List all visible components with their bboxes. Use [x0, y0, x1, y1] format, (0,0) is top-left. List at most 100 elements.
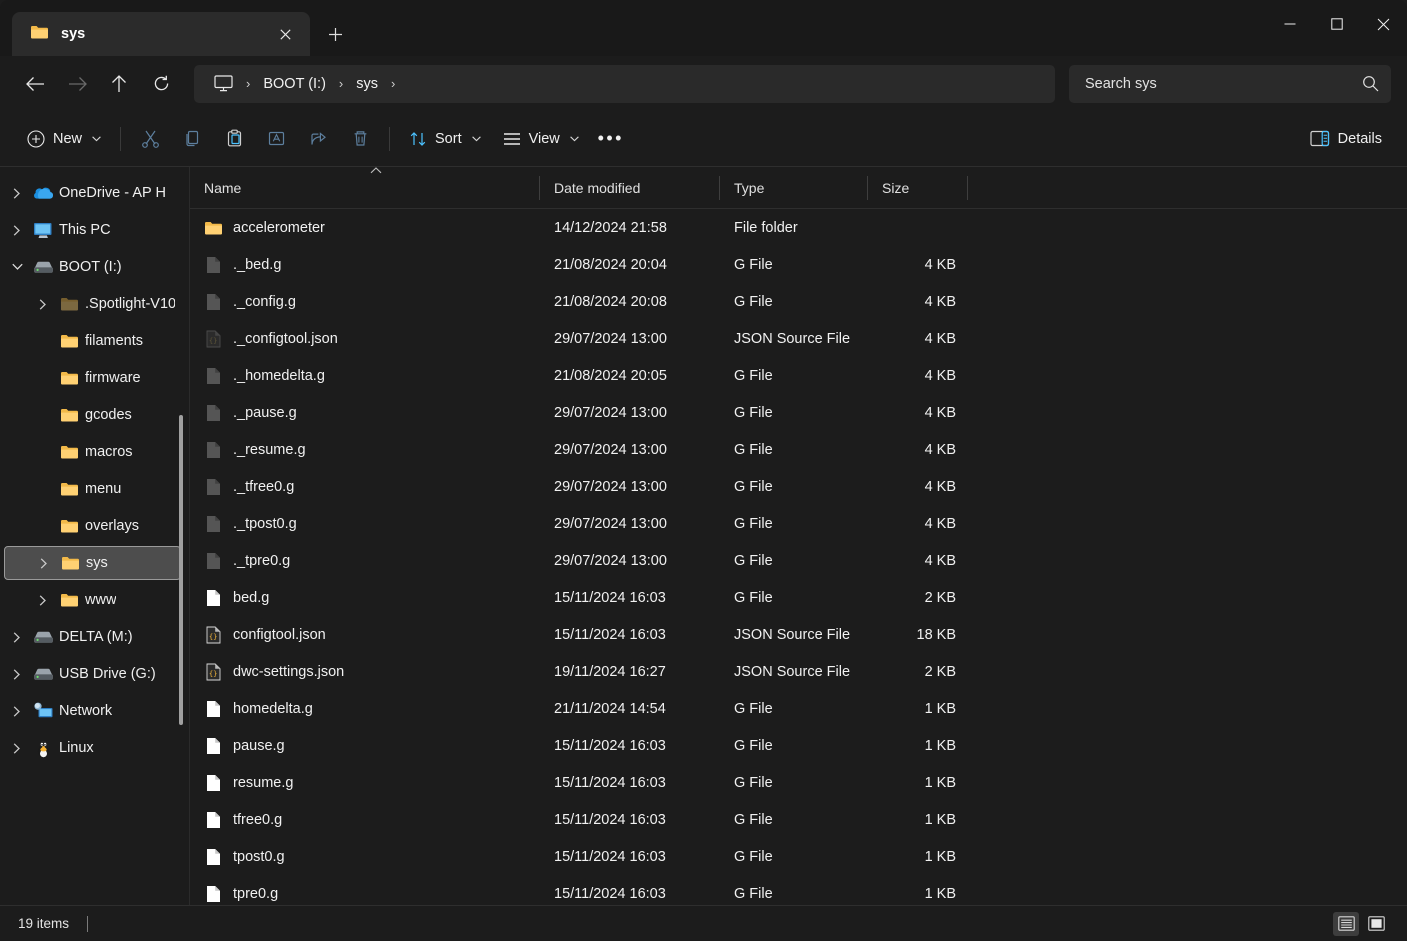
search-placeholder: Search sys [1085, 75, 1157, 92]
address-bar: › BOOT (I:) › sys › Search sys [0, 56, 1407, 111]
sidebar-item-label: USB Drive (G:) [59, 666, 156, 682]
cut-button[interactable] [129, 120, 171, 158]
sidebar-item-menu[interactable]: menu [4, 472, 181, 506]
column-header-date-modified[interactable]: Date modified [540, 167, 720, 208]
chevron-right-icon[interactable] [30, 298, 56, 310]
file-name-label: ._tpost0.g [233, 515, 297, 532]
minimize-icon[interactable] [1266, 0, 1313, 48]
table-row[interactable]: {} configtool.json 15/11/2024 16:03 JSON So… [190, 616, 1407, 653]
forward-arrow-icon[interactable] [56, 65, 98, 103]
table-row[interactable]: ._bed.g 21/08/2024 20:04 G File 4 KB [190, 246, 1407, 283]
table-row[interactable]: ._config.g 21/08/2024 20:08 G File 4 KB [190, 283, 1407, 320]
this-pc-icon[interactable] [206, 75, 241, 92]
new-tab-button[interactable] [316, 15, 354, 53]
close-icon[interactable] [270, 19, 300, 49]
maximize-icon[interactable] [1313, 0, 1360, 48]
breadcrumb[interactable]: › BOOT (I:) › sys › [194, 64, 1055, 103]
chevron-right-icon[interactable] [4, 631, 30, 643]
navigation-scrollbar[interactable] [179, 415, 183, 725]
column-header-size[interactable]: Size [868, 167, 968, 208]
column-header-type[interactable]: Type [720, 167, 868, 208]
more-options-button[interactable]: ••• [590, 120, 632, 158]
sidebar-item-filaments[interactable]: filaments [4, 324, 181, 358]
sidebar-item-overlays[interactable]: overlays [4, 509, 181, 543]
breadcrumb-item-drive[interactable]: BOOT (I:) [255, 72, 334, 96]
search-icon[interactable] [1362, 75, 1379, 92]
chevron-right-icon[interactable] [4, 224, 30, 236]
table-row[interactable]: resume.g 15/11/2024 16:03 G File 1 KB [190, 764, 1407, 801]
chevron-right-icon[interactable] [30, 594, 56, 606]
sidebar-item-network[interactable]: Network [4, 694, 181, 728]
sidebar-item-usb-drive-g[interactable]: USB Drive (G:) [4, 657, 181, 691]
view-button[interactable]: View [492, 120, 590, 158]
table-row[interactable]: pause.g 15/11/2024 16:03 G File 1 KB [190, 727, 1407, 764]
sidebar-item-label: www [85, 592, 117, 608]
tab-sys[interactable]: sys [12, 12, 310, 56]
table-row[interactable]: tpre0.g 15/11/2024 16:03 G File 1 KB [190, 875, 1407, 905]
copy-button[interactable] [171, 120, 213, 158]
cell-date-modified: 21/08/2024 20:04 [554, 256, 667, 273]
sort-button-label: Sort [435, 130, 462, 147]
cell-type: G File [734, 404, 773, 421]
file-icon [204, 884, 223, 903]
table-row[interactable]: ._tpost0.g 29/07/2024 13:00 G File 4 KB [190, 505, 1407, 542]
sidebar-item-label: menu [85, 481, 122, 497]
table-row[interactable]: ._resume.g 29/07/2024 13:00 G File 4 KB [190, 431, 1407, 468]
chevron-right-icon[interactable] [31, 557, 57, 569]
details-view-icon[interactable] [1333, 911, 1359, 936]
sidebar-item-label: BOOT (I:) [59, 259, 122, 275]
large-icons-view-icon[interactable] [1363, 912, 1389, 936]
table-row[interactable]: accelerometer 14/12/2024 21:58 File folder [190, 209, 1407, 246]
new-button[interactable]: New [16, 120, 112, 158]
table-row[interactable]: tpost0.g 15/11/2024 16:03 G File 1 KB [190, 838, 1407, 875]
delete-button[interactable] [339, 120, 381, 158]
sidebar-item-linux[interactable]: Linux [4, 731, 181, 765]
chevron-right-icon[interactable] [4, 742, 30, 754]
chevron-down-icon[interactable] [4, 263, 30, 271]
sort-icon [409, 130, 427, 148]
sidebar-item-macros[interactable]: macros [4, 435, 181, 469]
navigation-pane[interactable]: OneDrive - AP H This PC BOOT (I:) .Spotl… [0, 167, 190, 905]
file-icon [204, 366, 223, 385]
details-pane-button[interactable]: Details [1299, 120, 1393, 158]
cell-name: ._tpre0.g [190, 551, 540, 570]
table-row[interactable]: {} dwc-settings.json 19/11/2024 16:27 JSON … [190, 653, 1407, 690]
cell-date-modified: 14/12/2024 21:58 [554, 219, 667, 236]
breadcrumb-item-folder[interactable]: sys [348, 72, 386, 96]
share-button[interactable] [297, 120, 339, 158]
sidebar-item-gcodes[interactable]: gcodes [4, 398, 181, 432]
refresh-icon[interactable] [140, 65, 182, 103]
table-row[interactable]: ._tpre0.g 29/07/2024 13:00 G File 4 KB [190, 542, 1407, 579]
sidebar-item-delta-m[interactable]: DELTA (M:) [4, 620, 181, 654]
sidebar-item-firmware[interactable]: firmware [4, 361, 181, 395]
chevron-right-icon[interactable] [4, 705, 30, 717]
column-header-name[interactable]: Name [190, 167, 540, 208]
table-row[interactable]: ._pause.g 29/07/2024 13:00 G File 4 KB [190, 394, 1407, 431]
chevron-right-icon[interactable] [4, 187, 30, 199]
tab-strip: sys [0, 0, 354, 56]
paste-button[interactable] [213, 120, 255, 158]
sort-ascending-icon [370, 165, 382, 177]
sidebar-item-boot-i[interactable]: BOOT (I:) [4, 250, 181, 284]
file-list-pane: Name Date modified Type Size acceleromet… [190, 167, 1407, 905]
search-input[interactable]: Search sys [1069, 64, 1391, 103]
table-row[interactable]: homedelta.g 21/11/2024 14:54 G File 1 KB [190, 690, 1407, 727]
back-arrow-icon[interactable] [14, 65, 56, 103]
table-row[interactable]: bed.g 15/11/2024 16:03 G File 2 KB [190, 579, 1407, 616]
sidebar-item-onedrive-ap-h[interactable]: OneDrive - AP H [4, 176, 181, 210]
chevron-right-icon[interactable] [4, 668, 30, 680]
table-row[interactable]: tfree0.g 15/11/2024 16:03 G File 1 KB [190, 801, 1407, 838]
table-row[interactable]: {} ._configtool.json 29/07/2024 13:00 JSON … [190, 320, 1407, 357]
rename-button[interactable] [255, 120, 297, 158]
sort-button[interactable]: Sort [398, 120, 492, 158]
cell-size: 4 KB [924, 404, 956, 421]
sidebar-item-spotlight-v10[interactable]: .Spotlight-V10 [4, 287, 181, 321]
breadcrumb-separator-trailing[interactable]: › [386, 76, 400, 91]
sidebar-item-sys[interactable]: sys [4, 546, 181, 580]
table-row[interactable]: ._tfree0.g 29/07/2024 13:00 G File 4 KB [190, 468, 1407, 505]
sidebar-item-www[interactable]: www [4, 583, 181, 617]
up-arrow-icon[interactable] [98, 65, 140, 103]
table-row[interactable]: ._homedelta.g 21/08/2024 20:05 G File 4 KB [190, 357, 1407, 394]
sidebar-item-this-pc[interactable]: This PC [4, 213, 181, 247]
window-close-icon[interactable] [1360, 0, 1407, 48]
